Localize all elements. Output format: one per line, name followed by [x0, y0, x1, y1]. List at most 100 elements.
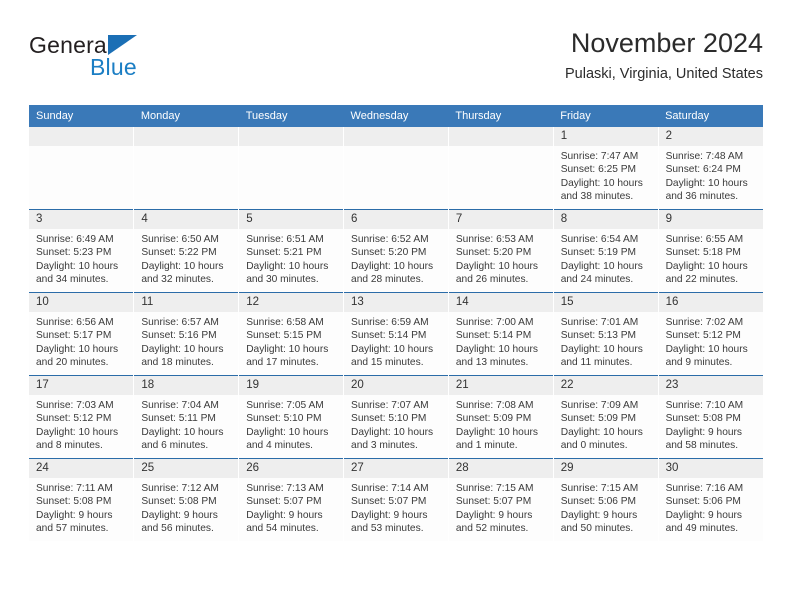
column-header-monday: Monday [133, 105, 239, 127]
sunrise-text: Sunrise: 6:49 AM [36, 234, 114, 245]
calendar-day-cell[interactable]: 8 Sunrise: 6:54 AM Sunset: 5:19 PM Daylight… [553, 209, 659, 293]
daylight-text: Daylight: 9 hours and 52 minutes. [455, 509, 533, 535]
sunset-text: Sunset: 5:07 PM [246, 496, 322, 508]
day-details: Sunrise: 7:14 AM Sunset: 5:07 PM Daylight:… [344, 478, 448, 536]
calendar-day-cell[interactable]: 7 Sunrise: 6:53 AM Sunset: 5:20 PM Daylight… [448, 209, 554, 293]
day-number [134, 127, 239, 146]
calendar-page: General Blue November 2024 Pulaski, Virg… [0, 0, 792, 612]
calendar-day-cell[interactable]: 20 Sunrise: 7:07 AM Sunset: 5:10 PM Dayligh… [343, 375, 449, 459]
calendar-day-cell[interactable]: 6 Sunrise: 6:52 AM Sunset: 5:20 PM Daylight… [343, 209, 449, 293]
brand-name-blue: Blue [90, 54, 137, 80]
calendar-day-cell[interactable]: 19 Sunrise: 7:05 AM Sunset: 5:10 PM Dayligh… [238, 375, 345, 459]
day-number: 9 [658, 210, 763, 229]
sunset-text: Sunset: 5:08 PM [665, 413, 741, 425]
sunrise-text: Sunrise: 7:12 AM [141, 483, 219, 494]
sunrise-text: Sunrise: 7:14 AM [351, 483, 429, 494]
calendar-day-cell[interactable]: 18 Sunrise: 7:04 AM Sunset: 5:11 PM Dayligh… [133, 375, 240, 459]
calendar-day-cell[interactable]: 25 Sunrise: 7:12 AM Sunset: 5:08 PM Dayligh… [133, 458, 240, 541]
day-details: Sunrise: 7:08 AM Sunset: 5:09 PM Daylight:… [449, 395, 553, 453]
calendar-day-cell[interactable]: 5 Sunrise: 6:51 AM Sunset: 5:21 PM Daylight… [238, 209, 345, 293]
daylight-text: Daylight: 10 hours and 26 minutes. [455, 260, 538, 286]
calendar-day-cell[interactable]: 3 Sunrise: 6:49 AM Sunset: 5:23 PM Daylight… [29, 209, 135, 293]
calendar-day-cell[interactable]: 23 Sunrise: 7:10 AM Sunset: 5:08 PM Dayligh… [658, 375, 763, 459]
day-number: 13 [344, 293, 448, 312]
calendar-week-row: 24 Sunrise: 7:11 AM Sunset: 5:08 PM Dayligh… [29, 458, 763, 541]
daylight-text: Daylight: 10 hours and 18 minutes. [141, 343, 224, 369]
day-number: 14 [448, 293, 553, 312]
calendar-header-row: Sunday Monday Tuesday Wednesday Thursday… [29, 105, 763, 127]
day-number: 10 [29, 293, 134, 312]
daylight-text: Daylight: 9 hours and 54 minutes. [246, 509, 323, 535]
calendar-day-cell[interactable]: 21 Sunrise: 7:08 AM Sunset: 5:09 PM Dayligh… [448, 375, 554, 459]
daylight-text: Daylight: 10 hours and 34 minutes. [36, 260, 119, 286]
day-number: 8 [553, 210, 658, 229]
day-details: Sunrise: 7:15 AM Sunset: 5:07 PM Daylight:… [449, 478, 553, 536]
daylight-text: Daylight: 10 hours and 1 minute. [455, 426, 538, 452]
calendar-day-cell[interactable]: 27 Sunrise: 7:14 AM Sunset: 5:07 PM Dayligh… [343, 458, 449, 541]
daylight-text: Daylight: 10 hours and 6 minutes. [141, 426, 224, 452]
calendar-day-cell[interactable]: 17 Sunrise: 7:03 AM Sunset: 5:12 PM Dayligh… [29, 375, 135, 459]
calendar-day-cell[interactable]: 2 Sunrise: 7:48 AM Sunset: 6:24 PM Daylight… [658, 127, 763, 210]
day-number: 20 [344, 376, 448, 395]
day-details: Sunrise: 7:04 AM Sunset: 5:11 PM Daylight:… [134, 395, 238, 453]
sunset-text: Sunset: 5:06 PM [560, 496, 637, 508]
sunset-text: Sunset: 5:18 PM [665, 247, 741, 259]
calendar-day-cell[interactable]: 1 Sunrise: 7:47 AM Sunset: 6:25 PM Daylight… [553, 127, 659, 210]
calendar-day-cell[interactable]: 24 Sunrise: 7:11 AM Sunset: 5:08 PM Dayligh… [29, 458, 135, 541]
calendar-day-cell[interactable]: 4 Sunrise: 6:50 AM Sunset: 5:22 PM Daylight… [133, 209, 240, 293]
sunrise-text: Sunrise: 6:50 AM [141, 234, 219, 245]
sunset-text: Sunset: 5:10 PM [246, 413, 322, 425]
sunset-text: Sunset: 5:21 PM [246, 247, 322, 259]
day-number: 17 [29, 376, 134, 395]
day-number: 18 [134, 376, 239, 395]
daylight-text: Daylight: 9 hours and 53 minutes. [351, 509, 428, 535]
sunset-text: Sunset: 5:09 PM [455, 413, 532, 425]
calendar-grid: Sunday Monday Tuesday Wednesday Thursday… [29, 105, 763, 541]
sunrise-text: Sunrise: 6:54 AM [560, 234, 639, 245]
day-details: Sunrise: 7:11 AM Sunset: 5:08 PM Daylight:… [29, 478, 133, 536]
sunset-text: Sunset: 5:07 PM [351, 496, 427, 508]
daylight-text: Daylight: 10 hours and 20 minutes. [36, 343, 119, 369]
daylight-text: Daylight: 10 hours and 22 minutes. [665, 260, 748, 286]
day-number: 15 [553, 293, 658, 312]
day-number: 26 [239, 459, 344, 478]
sunset-text: Sunset: 6:24 PM [665, 164, 741, 176]
sunrise-text: Sunrise: 7:09 AM [560, 400, 639, 411]
calendar-day-cell[interactable]: 16 Sunrise: 7:02 AM Sunset: 5:12 PM Dayligh… [658, 292, 763, 376]
calendar-day-cell[interactable]: 12 Sunrise: 6:58 AM Sunset: 5:15 PM Dayligh… [238, 292, 345, 376]
sunrise-text: Sunrise: 7:15 AM [455, 483, 534, 494]
calendar-day-cell[interactable]: 11 Sunrise: 6:57 AM Sunset: 5:16 PM Dayligh… [133, 292, 240, 376]
calendar-day-cell[interactable]: 28 Sunrise: 7:15 AM Sunset: 5:07 PM Dayligh… [448, 458, 554, 541]
daylight-text: Daylight: 10 hours and 36 minutes. [665, 177, 748, 203]
daylight-text: Daylight: 10 hours and 28 minutes. [351, 260, 434, 286]
title-block: November 2024 Pulaski, Virginia, United … [565, 26, 763, 85]
day-details: Sunrise: 6:57 AM Sunset: 5:16 PM Daylight:… [134, 312, 238, 370]
calendar-day-cell[interactable]: 15 Sunrise: 7:01 AM Sunset: 5:13 PM Dayligh… [553, 292, 659, 376]
day-number [344, 127, 448, 146]
calendar-day-cell[interactable]: 30 Sunrise: 7:16 AM Sunset: 5:06 PM Dayligh… [658, 458, 763, 541]
sunrise-text: Sunrise: 7:13 AM [246, 483, 324, 494]
calendar-day-cell[interactable]: 22 Sunrise: 7:09 AM Sunset: 5:09 PM Dayligh… [553, 375, 659, 459]
day-number: 30 [658, 459, 763, 478]
column-header-saturday: Saturday [658, 105, 763, 127]
calendar-day-cell[interactable]: 26 Sunrise: 7:13 AM Sunset: 5:07 PM Dayligh… [238, 458, 345, 541]
calendar-day-cell[interactable]: 9 Sunrise: 6:55 AM Sunset: 5:18 PM Daylight… [658, 209, 763, 293]
sunset-text: Sunset: 5:20 PM [351, 247, 427, 259]
brand-logo[interactable]: General Blue [29, 32, 249, 94]
sunrise-text: Sunrise: 7:08 AM [455, 400, 534, 411]
day-details: Sunrise: 7:15 AM Sunset: 5:06 PM Daylight:… [554, 478, 658, 536]
day-details: Sunrise: 7:48 AM Sunset: 6:24 PM Daylight:… [659, 146, 763, 204]
day-details: Sunrise: 6:55 AM Sunset: 5:18 PM Daylight:… [659, 229, 763, 287]
sunset-text: Sunset: 5:22 PM [141, 247, 217, 259]
calendar-day-cell[interactable]: 13 Sunrise: 6:59 AM Sunset: 5:14 PM Dayligh… [343, 292, 449, 376]
sunset-text: Sunset: 5:07 PM [455, 496, 532, 508]
sunrise-text: Sunrise: 7:00 AM [455, 317, 534, 328]
sunset-text: Sunset: 5:13 PM [560, 330, 637, 342]
day-number: 2 [658, 127, 763, 146]
calendar-day-cell[interactable]: 29 Sunrise: 7:15 AM Sunset: 5:06 PM Dayligh… [553, 458, 659, 541]
calendar-day-cell[interactable]: 10 Sunrise: 6:56 AM Sunset: 5:17 PM Dayligh… [29, 292, 135, 376]
daylight-text: Daylight: 10 hours and 38 minutes. [560, 177, 643, 203]
daylight-text: Daylight: 9 hours and 49 minutes. [665, 509, 743, 535]
day-details: Sunrise: 6:59 AM Sunset: 5:14 PM Daylight:… [344, 312, 448, 370]
calendar-day-cell[interactable]: 14 Sunrise: 7:00 AM Sunset: 5:14 PM Dayligh… [448, 292, 554, 376]
